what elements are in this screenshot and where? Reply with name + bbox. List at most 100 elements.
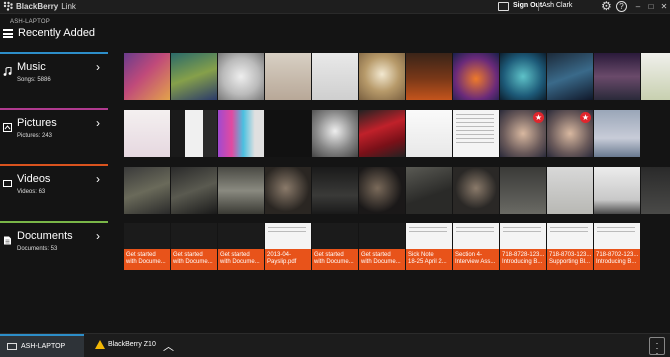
document-title: 2013-04- Payslip.pdf — [267, 252, 297, 265]
picture-thumbnail[interactable] — [359, 110, 405, 157]
video-thumbnail[interactable] — [453, 167, 499, 214]
album-art[interactable] — [500, 53, 546, 100]
picture-thumbnail[interactable]: ★ — [547, 110, 593, 157]
device-bar: ASH-LAPTOP BlackBerry Z10 ︿ · · · — [0, 333, 670, 357]
blackberry-logo: BlackBerry Link — [3, 1, 76, 11]
category-documents[interactable]: Documents Documents: 53 › — [0, 221, 108, 261]
picture-thumbnail[interactable]: ★ — [500, 110, 546, 157]
album-art[interactable] — [124, 53, 170, 100]
document-thumbnail[interactable]: Sick Note 18-25 April 2... — [406, 223, 452, 270]
document-thumbnail[interactable]: Get started with Docume... — [171, 223, 217, 270]
picture-thumbnail[interactable] — [218, 110, 264, 157]
minimize-icon[interactable]: – — [632, 0, 644, 14]
document-title: Sick Note 18-25 April 2... — [408, 252, 447, 265]
document-title: Get started with Docume... — [126, 252, 166, 265]
document-thumbnail[interactable]: Get started with Docume... — [359, 223, 405, 270]
picture-thumbnail[interactable] — [453, 110, 499, 157]
album-art[interactable] — [359, 53, 405, 100]
tab-label: ASH-LAPTOP — [21, 343, 66, 350]
category-label: Videos — [17, 173, 51, 185]
document-thumbnail[interactable]: Get started with Docume... — [218, 223, 264, 270]
page-title: Recently Added — [18, 27, 96, 39]
album-art[interactable] — [641, 53, 670, 100]
picture-thumbnail[interactable] — [171, 110, 217, 157]
chevron-up-icon[interactable]: ︿ — [163, 338, 174, 354]
album-art[interactable] — [171, 53, 217, 100]
menu-icon[interactable] — [3, 29, 13, 38]
picture-thumbnail[interactable] — [406, 110, 452, 157]
document-thumbnail[interactable]: 2013-04- Payslip.pdf — [265, 223, 311, 270]
document-title: 718-8702-123... Introducing B... — [596, 252, 639, 265]
videos-row — [124, 167, 670, 214]
brand-name: BlackBerry — [16, 1, 59, 11]
category-count: Pictures: 243 — [17, 133, 53, 139]
document-thumbnail[interactable]: Get started with Docume... — [312, 223, 358, 270]
category-label: Documents — [17, 230, 73, 242]
more-options-icon[interactable]: · · · — [649, 337, 665, 357]
video-thumbnail[interactable] — [218, 167, 264, 214]
video-thumbnail[interactable] — [500, 167, 546, 214]
title-bar: BlackBerry Link Sign Out Ash Clark ⚙ ? – … — [0, 0, 670, 14]
album-art[interactable] — [547, 53, 593, 100]
document-title: Get started with Docume... — [173, 252, 213, 265]
video-icon — [3, 180, 12, 187]
document-thumbnail[interactable]: 718-8728-123... Introducing B... — [500, 223, 546, 270]
tab-ash-laptop[interactable]: ASH-LAPTOP — [0, 334, 84, 357]
category-pictures[interactable]: Pictures Pictures: 243 › — [0, 108, 108, 148]
picture-thumbnail[interactable] — [265, 110, 311, 157]
category-label: Music — [17, 61, 46, 73]
documents-row: Get started with Docume... Get started w… — [124, 223, 640, 270]
brand-suffix: Link — [61, 1, 76, 11]
document-title: Get started with Docume... — [314, 252, 354, 265]
tab-blackberry-z10[interactable]: BlackBerry Z10 — [95, 341, 156, 348]
video-thumbnail[interactable] — [594, 167, 640, 214]
document-thumbnail[interactable]: Section 4- Interview Ass... — [453, 223, 499, 270]
device-name: ASH-LAPTOP — [10, 19, 50, 25]
document-title: Get started with Docume... — [220, 252, 260, 265]
video-thumbnail[interactable] — [312, 167, 358, 214]
video-thumbnail[interactable] — [406, 167, 452, 214]
album-art[interactable] — [265, 53, 311, 100]
document-title: 718-8703-123... Supporting Bl... — [549, 252, 592, 265]
album-art[interactable] — [406, 53, 452, 100]
category-videos[interactable]: Videos Videos: 63 › — [0, 164, 108, 204]
video-thumbnail[interactable] — [359, 167, 405, 214]
album-art[interactable] — [218, 53, 264, 100]
document-icon — [4, 236, 11, 245]
document-thumbnail[interactable]: Get started with Docume... — [124, 223, 170, 270]
picture-icon — [3, 123, 12, 132]
picture-thumbnail[interactable] — [124, 110, 170, 157]
document-thumbnail[interactable]: 718-8702-123... Introducing B... — [594, 223, 640, 270]
album-art[interactable] — [453, 53, 499, 100]
divider — [538, 2, 539, 11]
category-music[interactable]: Music Songs: 5886 › — [0, 52, 108, 92]
account-icon — [498, 2, 509, 11]
document-thumbnail[interactable]: 718-8703-123... Supporting Bl... — [547, 223, 593, 270]
video-thumbnail[interactable] — [547, 167, 593, 214]
chevron-right-icon: › — [96, 229, 100, 243]
help-icon[interactable]: ? — [616, 1, 627, 12]
maximize-icon[interactable]: □ — [645, 0, 657, 14]
document-title: Get started with Docume... — [361, 252, 401, 265]
close-icon[interactable]: ✕ — [658, 0, 670, 14]
computer-icon — [7, 343, 17, 350]
document-title: Section 4- Interview Ass... — [455, 252, 496, 265]
music-row — [124, 53, 670, 100]
new-badge: ★ — [580, 112, 591, 123]
user-name: Ash Clark — [542, 2, 573, 9]
album-art[interactable] — [594, 53, 640, 100]
video-thumbnail[interactable] — [265, 167, 311, 214]
music-note-icon — [3, 67, 12, 76]
new-badge: ★ — [533, 112, 544, 123]
picture-thumbnail[interactable] — [312, 110, 358, 157]
category-count: Documents: 53 — [17, 246, 58, 252]
category-count: Songs: 5886 — [17, 77, 51, 83]
video-thumbnail[interactable] — [124, 167, 170, 214]
category-label: Pictures — [17, 117, 57, 129]
album-art[interactable] — [312, 53, 358, 100]
video-thumbnail[interactable] — [171, 167, 217, 214]
blackberry-icon — [3, 1, 13, 11]
gear-icon[interactable]: ⚙ — [601, 0, 612, 12]
video-thumbnail[interactable] — [641, 167, 670, 214]
picture-thumbnail[interactable] — [594, 110, 640, 157]
